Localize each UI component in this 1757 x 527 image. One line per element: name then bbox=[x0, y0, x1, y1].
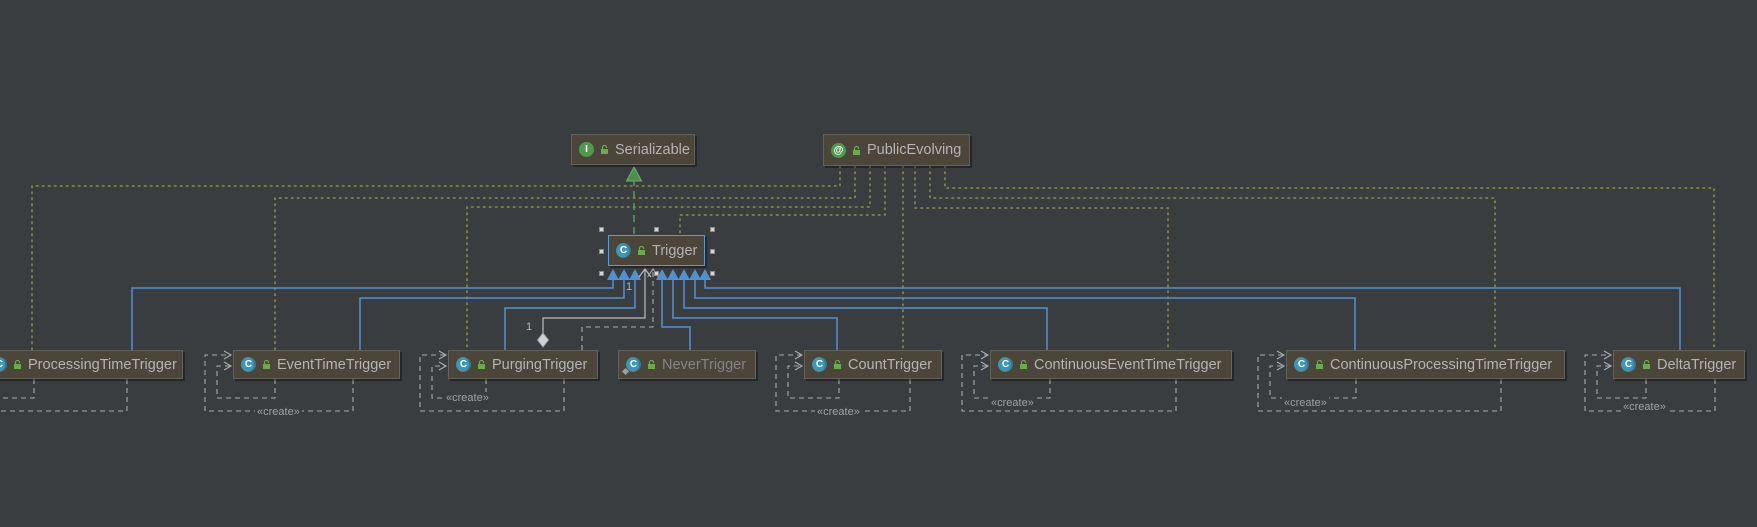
unlocked-icon bbox=[262, 359, 271, 370]
class-icon: C bbox=[1621, 357, 1636, 372]
inheritance-arrowheads bbox=[607, 269, 711, 280]
unlocked-icon bbox=[852, 145, 861, 156]
selection-handle[interactable] bbox=[599, 227, 604, 232]
create-edge-label: «create» bbox=[815, 406, 862, 418]
create-edge-label: «create» bbox=[1621, 401, 1668, 413]
unlocked-icon bbox=[637, 245, 646, 256]
class-name: Trigger bbox=[652, 242, 698, 259]
edge-extends-deltatrigger bbox=[704, 279, 1681, 350]
class-name: NeverTrigger bbox=[662, 356, 747, 373]
edge-annotation-processingtimetrigger bbox=[31, 165, 841, 351]
class-node-processingtimetrigger[interactable]: C ProcessingTimeTrigger bbox=[0, 350, 183, 379]
diagram-edges bbox=[0, 165, 1716, 412]
class-node-trigger[interactable]: C Trigger bbox=[608, 235, 705, 266]
class-name: PublicEvolving bbox=[867, 142, 962, 158]
annotation-icon: @ bbox=[831, 142, 846, 158]
edge-annotation-trigger bbox=[679, 165, 886, 236]
unlocked-icon bbox=[1642, 359, 1651, 370]
interface-icon: I bbox=[579, 142, 594, 157]
selection-handle[interactable] bbox=[654, 227, 659, 232]
edge-create-purgingtrigger-trigger bbox=[581, 268, 659, 350]
edge-annotation-deltatrigger bbox=[944, 165, 1715, 351]
multiplicity-label: 1 bbox=[626, 281, 633, 293]
class-name: ProcessingTimeTrigger bbox=[28, 356, 177, 373]
class-name: PurgingTrigger bbox=[492, 356, 588, 373]
selection-handle[interactable] bbox=[599, 249, 604, 254]
unlocked-icon bbox=[600, 144, 609, 155]
unlocked-icon bbox=[1019, 359, 1028, 370]
edge-extends-eventtimetrigger bbox=[359, 279, 625, 350]
class-name: Serializable bbox=[615, 141, 690, 158]
class-name: DeltaTrigger bbox=[1657, 356, 1737, 373]
unlocked-icon bbox=[647, 359, 656, 370]
edge-annotation-continuouseventtimetrigger bbox=[914, 165, 1169, 351]
unlocked-icon bbox=[833, 359, 842, 370]
edge-extends-continuousprocessingtimetrigger bbox=[694, 279, 1356, 350]
edge-extends-nevertrigger bbox=[661, 279, 691, 350]
uml-diagram-canvas[interactable]: «create» «create» «create» «create» «cre… bbox=[0, 0, 1757, 527]
class-icon: C bbox=[998, 357, 1013, 372]
selection-handle[interactable] bbox=[710, 227, 715, 232]
class-node-purgingtrigger[interactable]: C PurgingTrigger bbox=[448, 350, 598, 379]
create-edge-label: «create» bbox=[0, 392, 1, 404]
edge-extends-counttrigger bbox=[672, 279, 838, 350]
class-name: ContinuousEventTimeTrigger bbox=[1034, 356, 1222, 373]
class-node-deltatrigger[interactable]: C DeltaTrigger bbox=[1613, 350, 1745, 379]
class-node-counttrigger[interactable]: C CountTrigger bbox=[804, 350, 942, 379]
class-node-continuousprocessingtimetrigger[interactable]: C ContinuousProcessingTimeTrigger bbox=[1286, 350, 1565, 379]
static-marker-icon bbox=[621, 367, 630, 376]
edge-annotation-continuousprocessingtimetrigger bbox=[929, 165, 1496, 351]
unlocked-icon bbox=[1315, 359, 1324, 370]
annotation-dependency-edges bbox=[31, 165, 1715, 351]
edge-extends-purgingtrigger bbox=[504, 279, 636, 350]
class-name: EventTimeTrigger bbox=[277, 356, 392, 373]
class-node-eventtimetrigger[interactable]: C EventTimeTrigger bbox=[233, 350, 400, 379]
class-node-serializable[interactable]: I Serializable bbox=[571, 134, 695, 165]
class-icon: C bbox=[456, 357, 471, 372]
inheritance-edges bbox=[131, 279, 1681, 350]
create-edge-label: «create» bbox=[444, 392, 491, 404]
selection-handle[interactable] bbox=[654, 271, 659, 276]
class-name: CountTrigger bbox=[848, 356, 933, 373]
class-node-continuouseventtimetrigger[interactable]: C ContinuousEventTimeTrigger bbox=[990, 350, 1232, 379]
class-name: ContinuousProcessingTimeTrigger bbox=[1330, 356, 1553, 373]
multiplicity-label: 1 bbox=[526, 321, 533, 333]
unlocked-icon bbox=[13, 359, 22, 370]
edge-annotation-eventtimetrigger bbox=[274, 165, 856, 351]
create-edge-label: «create» bbox=[1282, 397, 1329, 409]
edge-extends-continuouseventtimetrigger bbox=[683, 279, 1048, 350]
selection-handle[interactable] bbox=[710, 249, 715, 254]
class-icon: C bbox=[1294, 357, 1309, 372]
unlocked-icon bbox=[477, 359, 486, 370]
annotation-node-publicevolving[interactable]: @ PublicEvolving bbox=[823, 134, 970, 166]
create-edge-label: «create» bbox=[255, 406, 302, 418]
selection-handle[interactable] bbox=[599, 271, 604, 276]
class-icon: C bbox=[812, 357, 827, 372]
selection-handle[interactable] bbox=[710, 271, 715, 276]
create-edge-label: «create» bbox=[989, 397, 1036, 409]
class-icon: C bbox=[241, 357, 256, 372]
class-icon: C bbox=[0, 357, 7, 372]
class-icon: C bbox=[616, 243, 631, 258]
class-icon: C bbox=[621, 357, 641, 376]
edge-realizes-serializable bbox=[625, 165, 643, 234]
class-node-nevertrigger[interactable]: C NeverTrigger bbox=[618, 350, 756, 379]
